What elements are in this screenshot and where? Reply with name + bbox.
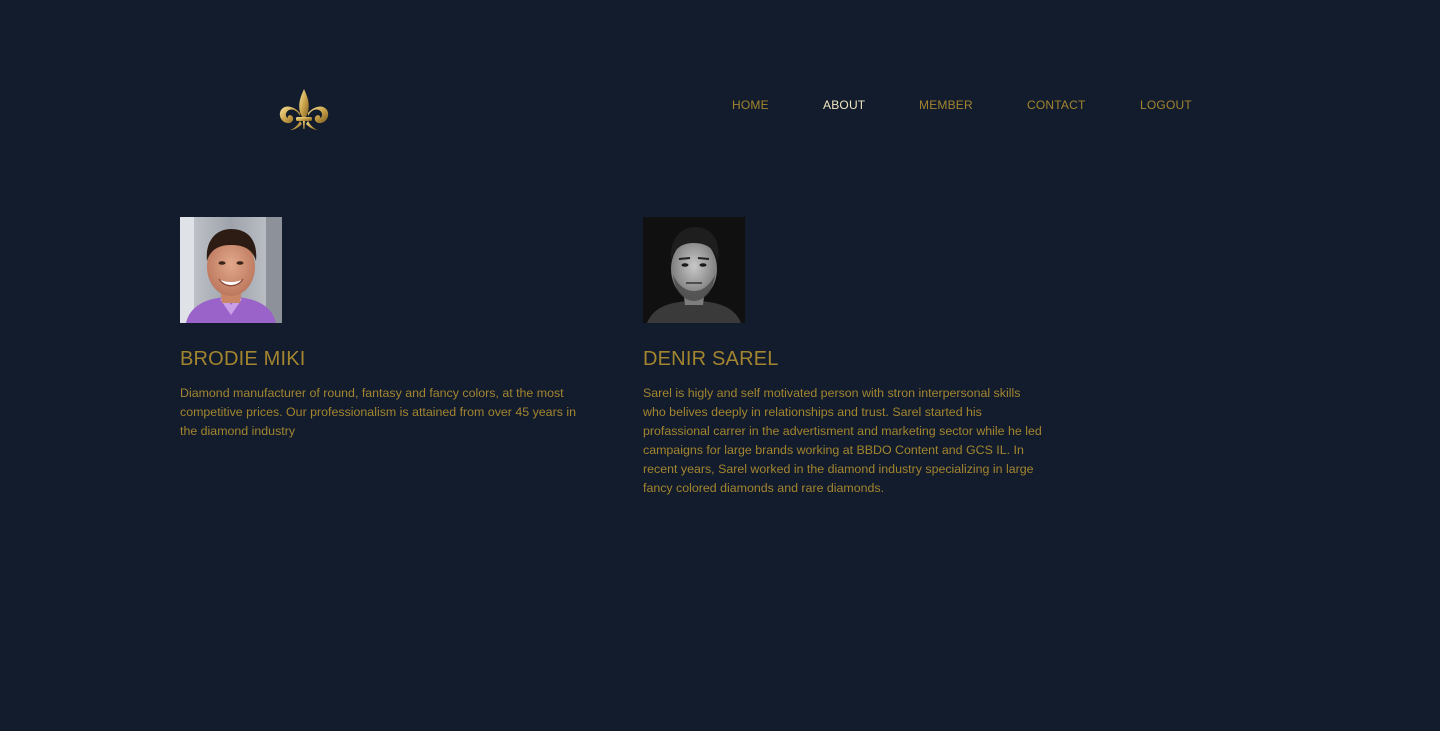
nav-home-link[interactable]: HOME xyxy=(732,98,769,112)
nav-about-link[interactable]: ABOUT xyxy=(823,98,865,112)
member-bio: Diamond manufacturer of round, fantasy a… xyxy=(180,386,576,438)
member-name: DENIR SAREL xyxy=(643,348,779,370)
member-photo xyxy=(180,217,282,323)
member-photo xyxy=(643,217,745,323)
about-page: HOME ABOUT MEMBER CONTACT LOGOUT BRODIE … xyxy=(0,0,1440,731)
nav-logout-link[interactable]: LOGOUT xyxy=(1140,98,1192,112)
nav-contact-link[interactable]: CONTACT xyxy=(1027,98,1086,112)
nav-member-link[interactable]: MEMBER xyxy=(919,98,973,112)
member-bio: Sarel is higly and self motivated person… xyxy=(643,386,1042,495)
main-nav: HOME ABOUT MEMBER CONTACT LOGOUT xyxy=(0,98,1440,114)
member-card: DENIR SAREL Sarel is higly and self moti… xyxy=(643,217,1043,498)
member-card: BRODIE MIKI Diamond manufacturer of roun… xyxy=(180,217,580,441)
member-name: BRODIE MIKI xyxy=(180,348,306,370)
